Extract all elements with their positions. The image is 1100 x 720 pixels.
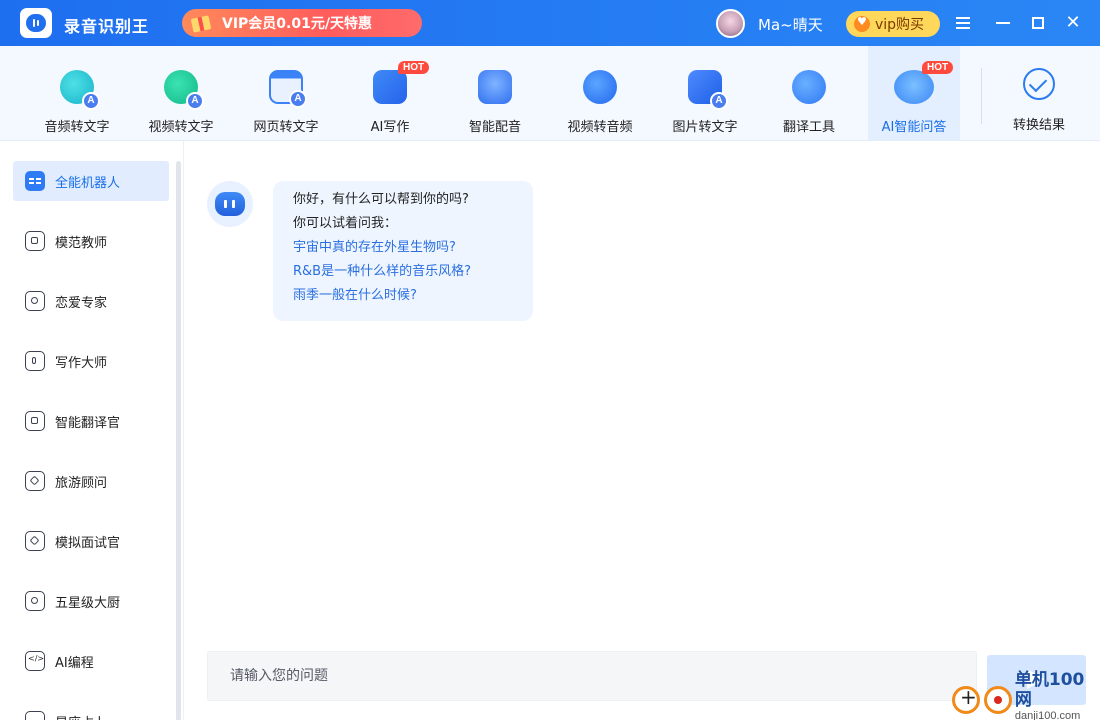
sidebar-item-travel-advisor[interactable]: 旅游顾问 — [13, 461, 169, 501]
sidebar-item-label: 旅游顾问 — [55, 475, 108, 491]
watermark-domain: danji100.com — [1014, 709, 1081, 720]
maximize-icon[interactable] — [1027, 12, 1049, 34]
teacher-icon — [25, 231, 45, 251]
sidebar-item-label: 智能翻译官 — [55, 415, 121, 431]
sidebar-item-five-star-chef[interactable]: 五星级大厨 — [13, 581, 169, 621]
interview-icon — [25, 531, 45, 551]
tool-video-to-audio[interactable]: 视频转音频 — [554, 46, 646, 141]
gift-icon — [182, 9, 222, 37]
webpage-to-text-icon: A — [269, 70, 307, 108]
tool-conversion-results[interactable]: 转换结果 — [993, 46, 1085, 141]
toolbar-divider — [981, 68, 982, 124]
bot-avatar — [207, 181, 253, 227]
sidebar-item-label: 写作大师 — [55, 355, 108, 371]
tool-ai-qa[interactable]: HOT AI智能问答 — [868, 46, 960, 141]
tool-label: 智能配音 — [468, 120, 521, 135]
close-icon[interactable]: ✕ — [1062, 12, 1084, 34]
vip-heart-icon — [854, 15, 870, 32]
question-input-box[interactable] — [207, 651, 977, 701]
checkmark-circle-icon — [1023, 68, 1055, 100]
sidebar-scrollbar[interactable] — [176, 161, 181, 720]
ai-qa-icon — [894, 70, 934, 104]
minimize-icon[interactable] — [992, 12, 1014, 34]
star-sign-icon — [25, 711, 45, 720]
sidebar-item-writing-master[interactable]: 写作大师 — [13, 341, 169, 381]
chef-icon — [25, 591, 45, 611]
vip-promo-text: VIP会员0.01元/天特惠 — [222, 16, 372, 32]
app-title: 录音识别王 — [64, 17, 150, 36]
sidebar-item-mock-interviewer[interactable]: 模拟面试官 — [13, 521, 169, 561]
translate-doc-icon — [25, 411, 45, 431]
sidebar-item-label: 全能机器人 — [55, 175, 121, 191]
robot-icon — [25, 171, 45, 191]
pen-icon — [25, 351, 45, 371]
vip-promo-banner[interactable]: VIP会员0.01元/天特惠 — [182, 9, 422, 37]
sidebar-item-label: 模拟面试官 — [55, 535, 121, 551]
plane-icon — [25, 471, 45, 491]
sidebar-item-all-round-robot[interactable]: 全能机器人 — [13, 161, 169, 201]
hot-badge: HOT — [398, 61, 430, 74]
sidebar-item-label: 五星级大厨 — [55, 595, 121, 611]
bot-message-bubble: 你好，有什么可以帮到你的吗? 你可以试着问我： 宇宙中真的存在外星生物吗? R&… — [273, 181, 533, 321]
bot-prompt: 你可以试着问我： — [293, 216, 398, 231]
menu-icon[interactable] — [952, 12, 974, 34]
hot-badge: HOT — [922, 61, 954, 74]
tool-audio-to-text[interactable]: A 音频转文字 — [31, 46, 123, 141]
translate-icon — [792, 70, 826, 104]
tool-label: 翻译工具 — [782, 120, 835, 135]
watermark-name: 单机100网 — [1014, 669, 1085, 710]
tool-label: AI写作 — [370, 120, 410, 135]
audio-to-text-icon: A — [60, 70, 100, 110]
tool-label: 图片转文字 — [672, 120, 738, 135]
tool-label: AI智能问答 — [881, 120, 947, 135]
sidebar-item-love-expert[interactable]: 恋爱专家 — [13, 281, 169, 321]
suggested-question[interactable]: 宇宙中真的存在外星生物吗? — [293, 236, 533, 260]
sidebar-item-label: 星座占卜 — [55, 712, 107, 720]
tool-translate[interactable]: 翻译工具 — [763, 46, 855, 141]
tool-label: 视频转音频 — [567, 120, 633, 135]
code-icon: </> — [25, 651, 45, 671]
sidebar-item-label: AI编程 — [55, 655, 94, 671]
tool-label: 网页转文字 — [253, 120, 319, 135]
sidebar-item-horoscope[interactable]: 星座占卜 — [13, 701, 169, 720]
robot-face-icon — [215, 192, 245, 216]
bot-greeting: 你好，有什么可以帮到你的吗? — [293, 192, 469, 207]
sidebar-item-label: 模范教师 — [55, 235, 108, 251]
ai-writing-icon — [373, 70, 407, 104]
tool-label: 音频转文字 — [44, 120, 110, 135]
sidebar-item-model-teacher[interactable]: 模范教师 — [13, 221, 169, 261]
tool-webpage-to-text[interactable]: A 网页转文字 — [240, 46, 332, 141]
image-to-text-icon: A — [688, 70, 728, 110]
tool-video-to-text[interactable]: A 视频转文字 — [135, 46, 227, 141]
tool-label: 视频转文字 — [148, 120, 214, 135]
vip-buy-button[interactable]: vip购买 — [846, 11, 940, 37]
sidebar-item-label: 恋爱专家 — [55, 295, 108, 311]
suggested-question[interactable]: 雨季一般在什么时候? — [293, 284, 533, 308]
title-bar: 录音识别王 VIP会员0.01元/天特惠 Ma~晴天 vip购买 ✕ — [0, 0, 1100, 46]
vip-buy-label: vip购买 — [875, 17, 925, 33]
username[interactable]: Ma~晴天 — [758, 14, 823, 35]
tool-ai-writing[interactable]: HOT AI写作 — [344, 46, 436, 141]
video-to-text-icon: A — [164, 70, 204, 110]
user-avatar[interactable] — [716, 9, 745, 38]
tool-image-to-text[interactable]: A 图片转文字 — [659, 46, 751, 141]
sidebar-item-ai-programming[interactable]: </> AI编程 — [13, 641, 169, 681]
voice-dubbing-icon — [478, 70, 512, 104]
app-logo-icon — [20, 8, 52, 38]
assistant-sidebar: 全能机器人 模范教师 恋爱专家 写作大师 智能翻译官 旅游顾问 模拟面试官 五星… — [0, 141, 184, 720]
question-input[interactable] — [230, 668, 950, 684]
tool-voice-dubbing[interactable]: 智能配音 — [449, 46, 541, 141]
sidebar-item-translator[interactable]: 智能翻译官 — [13, 401, 169, 441]
feature-toolbar: A 音频转文字 A 视频转文字 A 网页转文字 HOT AI写作 智能配音 视频… — [0, 46, 1100, 141]
suggested-question[interactable]: R&B是一种什么样的音乐风格? — [293, 260, 533, 284]
heart-icon — [25, 291, 45, 311]
watermark-logo — [950, 676, 1019, 716]
site-watermark: 单机100网 danji100.com — [950, 669, 1100, 720]
video-to-audio-icon — [583, 70, 617, 104]
tool-label: 转换结果 — [1012, 118, 1065, 133]
